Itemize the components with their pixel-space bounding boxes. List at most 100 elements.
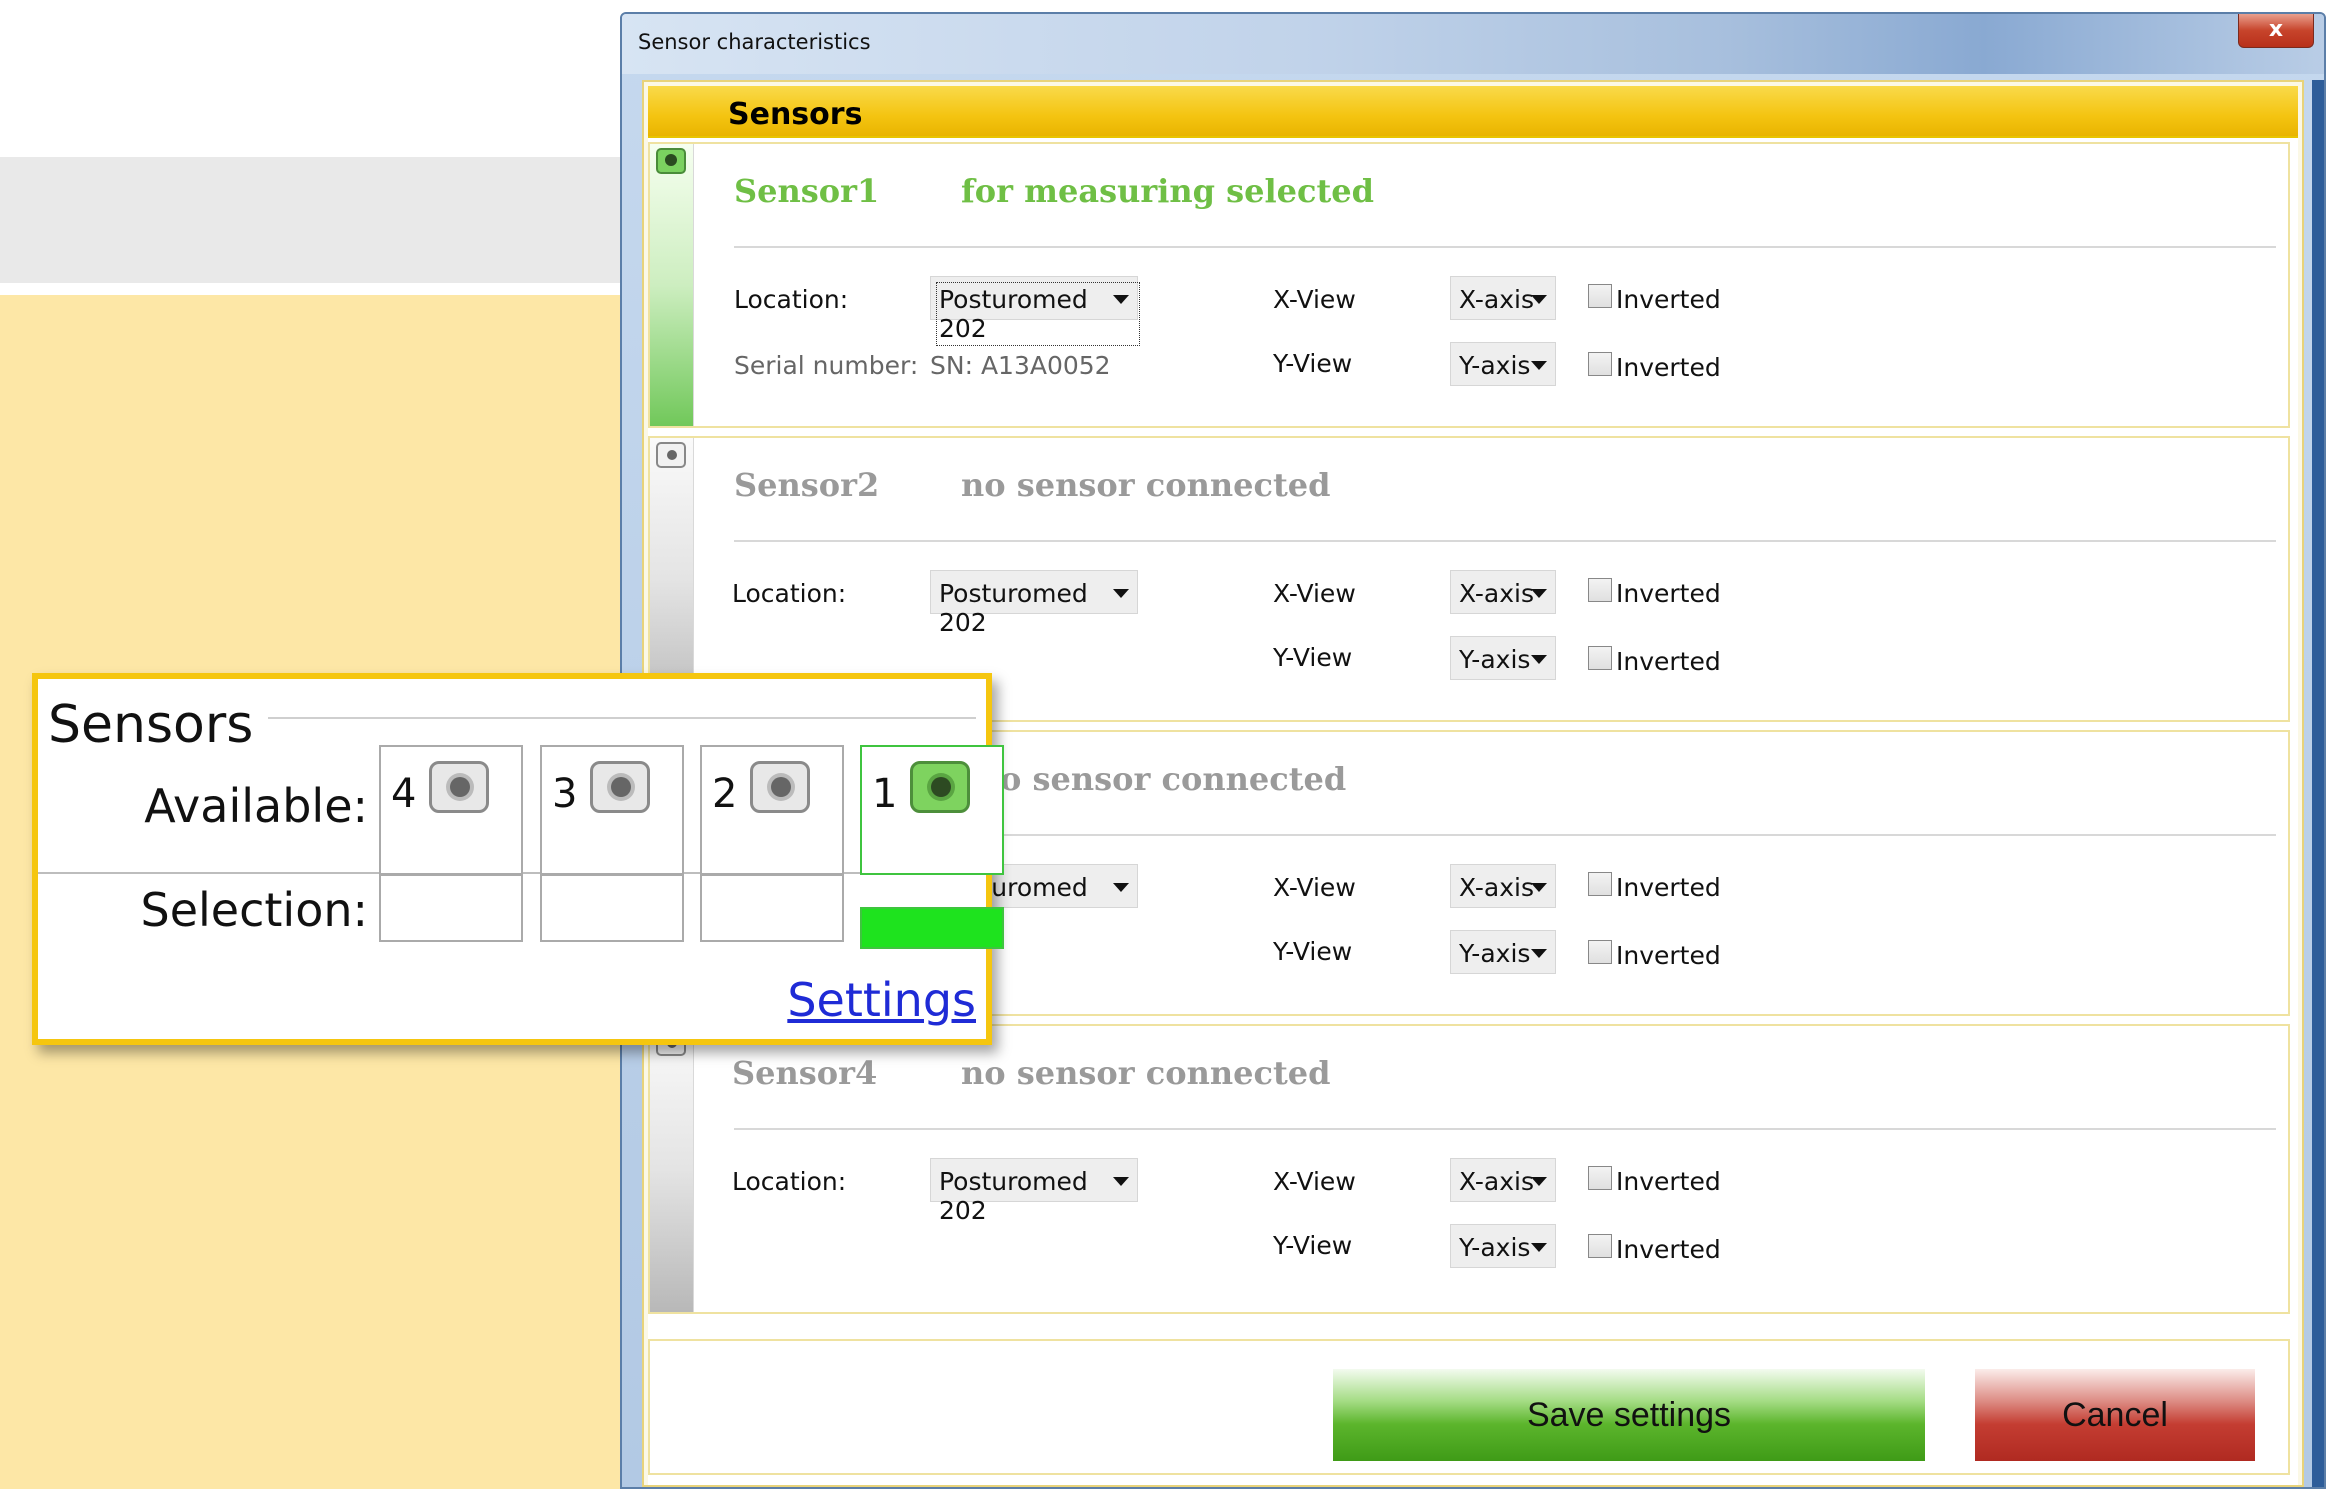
inverted-y-checkbox[interactable] <box>1588 352 1612 376</box>
location-label: Location: <box>732 579 847 608</box>
location-select-value: Posturomed 202 <box>939 579 1088 637</box>
sensor-panel-1: Sensor1 for measuring selected Location:… <box>648 142 2290 428</box>
serial-number-label: Serial number: <box>734 351 919 380</box>
x-view-select[interactable]: X-axis <box>1450 276 1556 320</box>
slot-number: 1 <box>872 771 898 817</box>
slot-number: 4 <box>391 771 417 817</box>
x-view-select[interactable]: X-axis <box>1450 1158 1556 1202</box>
inverted-y-label: Inverted <box>1616 1235 1721 1264</box>
location-select[interactable]: Posturomed 202 <box>930 570 1138 637</box>
group-box-line <box>268 717 976 719</box>
sensor-status: no sensor connected <box>961 466 1331 504</box>
y-view-select[interactable]: Y-axis <box>1450 636 1556 680</box>
inverted-y-checkbox[interactable] <box>1588 646 1612 670</box>
inverted-x-label: Inverted <box>1616 1167 1721 1196</box>
x-view-select-value: X-axis <box>1459 579 1534 608</box>
sensor-panel-4: Sensor4 no sensor connected Location: Po… <box>648 1024 2290 1314</box>
cancel-button[interactable]: Cancel <box>1975 1369 2255 1461</box>
inverted-y-label: Inverted <box>1616 941 1721 970</box>
x-view-select-value: X-axis <box>1459 1167 1534 1196</box>
location-label: Location: <box>734 285 849 314</box>
selection-slot-4[interactable] <box>379 874 523 942</box>
slot-number: 2 <box>712 771 738 817</box>
x-view-select-value: X-axis <box>1459 285 1534 314</box>
sensor-rail-1 <box>650 144 694 426</box>
sensor-name: Sensor1 <box>734 172 880 210</box>
sensors-header-title: Sensors <box>728 97 863 132</box>
sensor-rail-4 <box>650 1026 694 1312</box>
sensor-slot-1[interactable]: 1 <box>860 745 1004 875</box>
save-settings-button[interactable]: Save settings <box>1333 1369 1925 1461</box>
sensor-status: no sensor connected <box>961 1054 1331 1092</box>
inverted-x-checkbox[interactable] <box>1588 872 1612 896</box>
chevron-down-icon <box>1113 295 1129 304</box>
location-select[interactable]: Posturomed 202 <box>930 1158 1138 1225</box>
window-edge <box>2312 80 2324 1487</box>
chevron-down-icon <box>1113 1177 1129 1186</box>
divider <box>734 540 2276 542</box>
inset-title: Sensors <box>48 695 260 755</box>
inverted-y-checkbox[interactable] <box>1588 940 1612 964</box>
inverted-x-checkbox[interactable] <box>1588 578 1612 602</box>
y-view-select-value: Y-axis <box>1459 351 1531 380</box>
selection-slot-3[interactable] <box>540 874 684 942</box>
x-view-label: X-View <box>1273 285 1356 314</box>
x-view-label: X-View <box>1273 1167 1356 1196</box>
serial-number-value: SN: A13A0052 <box>930 351 1111 380</box>
sensor-active-icon <box>910 761 970 813</box>
x-view-select[interactable]: X-axis <box>1450 570 1556 614</box>
x-view-select-value: X-axis <box>1459 873 1534 902</box>
x-view-label: X-View <box>1273 579 1356 608</box>
background-band <box>0 157 640 283</box>
sensor-slot-3[interactable]: 3 <box>540 745 684 875</box>
sensor-inactive-icon <box>429 761 489 813</box>
sensor-name: Sensor2 <box>734 466 880 504</box>
x-view-label: X-View <box>1273 873 1356 902</box>
chevron-down-icon <box>1531 1243 1547 1252</box>
sensor-inactive-icon <box>590 761 650 813</box>
sensor-slot-2[interactable]: 2 <box>700 745 844 875</box>
settings-link[interactable]: Settings <box>787 973 976 1027</box>
sensor-inactive-icon <box>656 442 686 468</box>
inverted-x-checkbox[interactable] <box>1588 284 1612 308</box>
y-view-select[interactable]: Y-axis <box>1450 1224 1556 1268</box>
chevron-down-icon <box>1113 883 1129 892</box>
location-select-value: Posturomed 202 <box>936 282 1140 346</box>
close-button[interactable]: x <box>2238 14 2314 48</box>
y-view-select[interactable]: Y-axis <box>1450 342 1556 386</box>
slot-number: 3 <box>552 771 578 817</box>
sensor-slot-4[interactable]: 4 <box>379 745 523 875</box>
y-view-label: Y-View <box>1273 937 1353 966</box>
chevron-down-icon <box>1531 949 1547 958</box>
sensor-status: o sensor connected <box>1000 760 1347 798</box>
location-select-value: Posturomed 202 <box>939 1167 1088 1225</box>
inverted-y-label: Inverted <box>1616 353 1721 382</box>
location-select[interactable]: Posturomed 202 <box>930 276 1140 346</box>
title-bar[interactable]: Sensor characteristics x <box>622 14 2324 74</box>
y-view-select-value: Y-axis <box>1459 645 1531 674</box>
chevron-down-icon <box>1531 883 1547 892</box>
sensor-inactive-icon <box>750 761 810 813</box>
chevron-down-icon <box>1113 589 1129 598</box>
chevron-down-icon <box>1531 361 1547 370</box>
x-view-select[interactable]: X-axis <box>1450 864 1556 908</box>
y-view-label: Y-View <box>1273 1231 1353 1260</box>
inverted-x-checkbox[interactable] <box>1588 1166 1612 1190</box>
y-view-select-value: Y-axis <box>1459 939 1531 968</box>
inverted-x-label: Inverted <box>1616 579 1721 608</box>
y-view-label: Y-View <box>1273 349 1353 378</box>
sensors-overview-inset: Sensors Available: Selection: 4 3 2 1 Se… <box>32 673 1004 1045</box>
screen: Sensor characteristics x Sensors Sensor1… <box>0 0 2326 1489</box>
sensor-status: for measuring selected <box>961 172 1375 210</box>
chevron-down-icon <box>1531 589 1547 598</box>
chevron-down-icon <box>1531 1177 1547 1186</box>
y-view-label: Y-View <box>1273 643 1353 672</box>
selection-slot-2[interactable] <box>700 874 844 942</box>
selection-slot-1[interactable] <box>860 907 1004 949</box>
y-view-select[interactable]: Y-axis <box>1450 930 1556 974</box>
inverted-y-checkbox[interactable] <box>1588 1234 1612 1258</box>
divider <box>734 1128 2276 1130</box>
sensor-name: Sensor4 <box>732 1054 878 1092</box>
available-label: Available: <box>144 779 368 833</box>
chevron-down-icon <box>1531 295 1547 304</box>
